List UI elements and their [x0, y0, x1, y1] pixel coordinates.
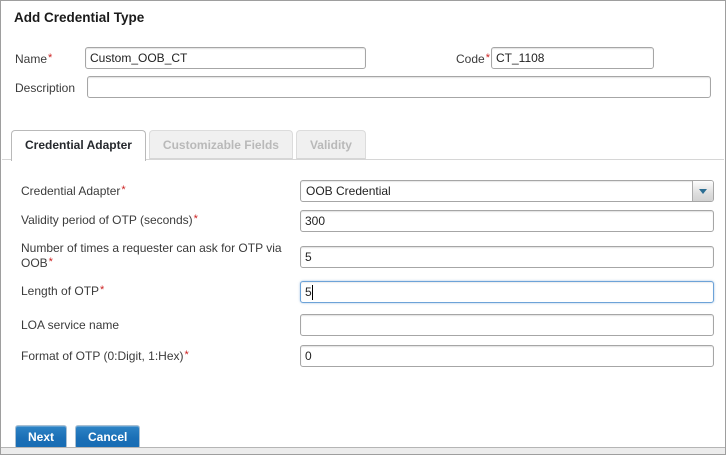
combobox-selected-value: OOB Credential — [306, 184, 391, 198]
footer-strip — [1, 447, 725, 454]
required-marker: * — [48, 52, 53, 64]
otp-length-input[interactable] — [300, 281, 714, 303]
otp-format-label: Format of OTP (0:Digit, 1:Hex)* — [21, 349, 189, 363]
tab-customizable-fields[interactable]: Customizable Fields — [148, 130, 293, 159]
tab-bar: Credential Adapter Customizable Fields V… — [11, 130, 369, 161]
loa-service-name-label: LOA service name — [21, 318, 120, 332]
loa-service-name-input[interactable] — [300, 314, 714, 336]
tab-credential-adapter[interactable]: Credential Adapter — [11, 130, 146, 161]
otp-format-input[interactable] — [300, 345, 714, 367]
next-button[interactable]: Next — [15, 425, 68, 449]
add-credential-type-dialog: Add Credential Type Name* Code* Descript… — [0, 0, 726, 455]
otp-length-label: Length of OTP* — [21, 284, 105, 298]
required-marker: * — [48, 256, 53, 268]
otp-request-count-label: Number of times a requester can ask for … — [21, 241, 282, 270]
cancel-button[interactable]: Cancel — [75, 425, 141, 449]
validity-period-input[interactable] — [300, 210, 714, 232]
credential-adapter-combobox[interactable]: OOB Credential — [300, 180, 714, 202]
code-input[interactable] — [491, 47, 654, 69]
tab-validity[interactable]: Validity — [295, 130, 366, 159]
required-marker: * — [193, 213, 198, 225]
description-label: Description — [15, 81, 76, 95]
required-marker: * — [485, 52, 490, 64]
description-input[interactable] — [87, 76, 711, 98]
combobox-dropdown-button[interactable] — [692, 181, 713, 201]
required-marker: * — [184, 349, 189, 361]
text-caret — [312, 285, 313, 300]
code-label: Code* — [456, 52, 490, 66]
validity-period-label: Validity period of OTP (seconds)* — [21, 213, 198, 227]
name-label: Name* — [15, 52, 53, 66]
page-title: Add Credential Type — [14, 10, 145, 25]
required-marker: * — [100, 284, 105, 296]
credential-adapter-label: Credential Adapter* — [21, 184, 126, 198]
name-input[interactable] — [85, 47, 366, 69]
chevron-down-icon — [699, 189, 707, 194]
required-marker: * — [121, 184, 126, 196]
otp-request-count-input[interactable] — [300, 246, 714, 268]
